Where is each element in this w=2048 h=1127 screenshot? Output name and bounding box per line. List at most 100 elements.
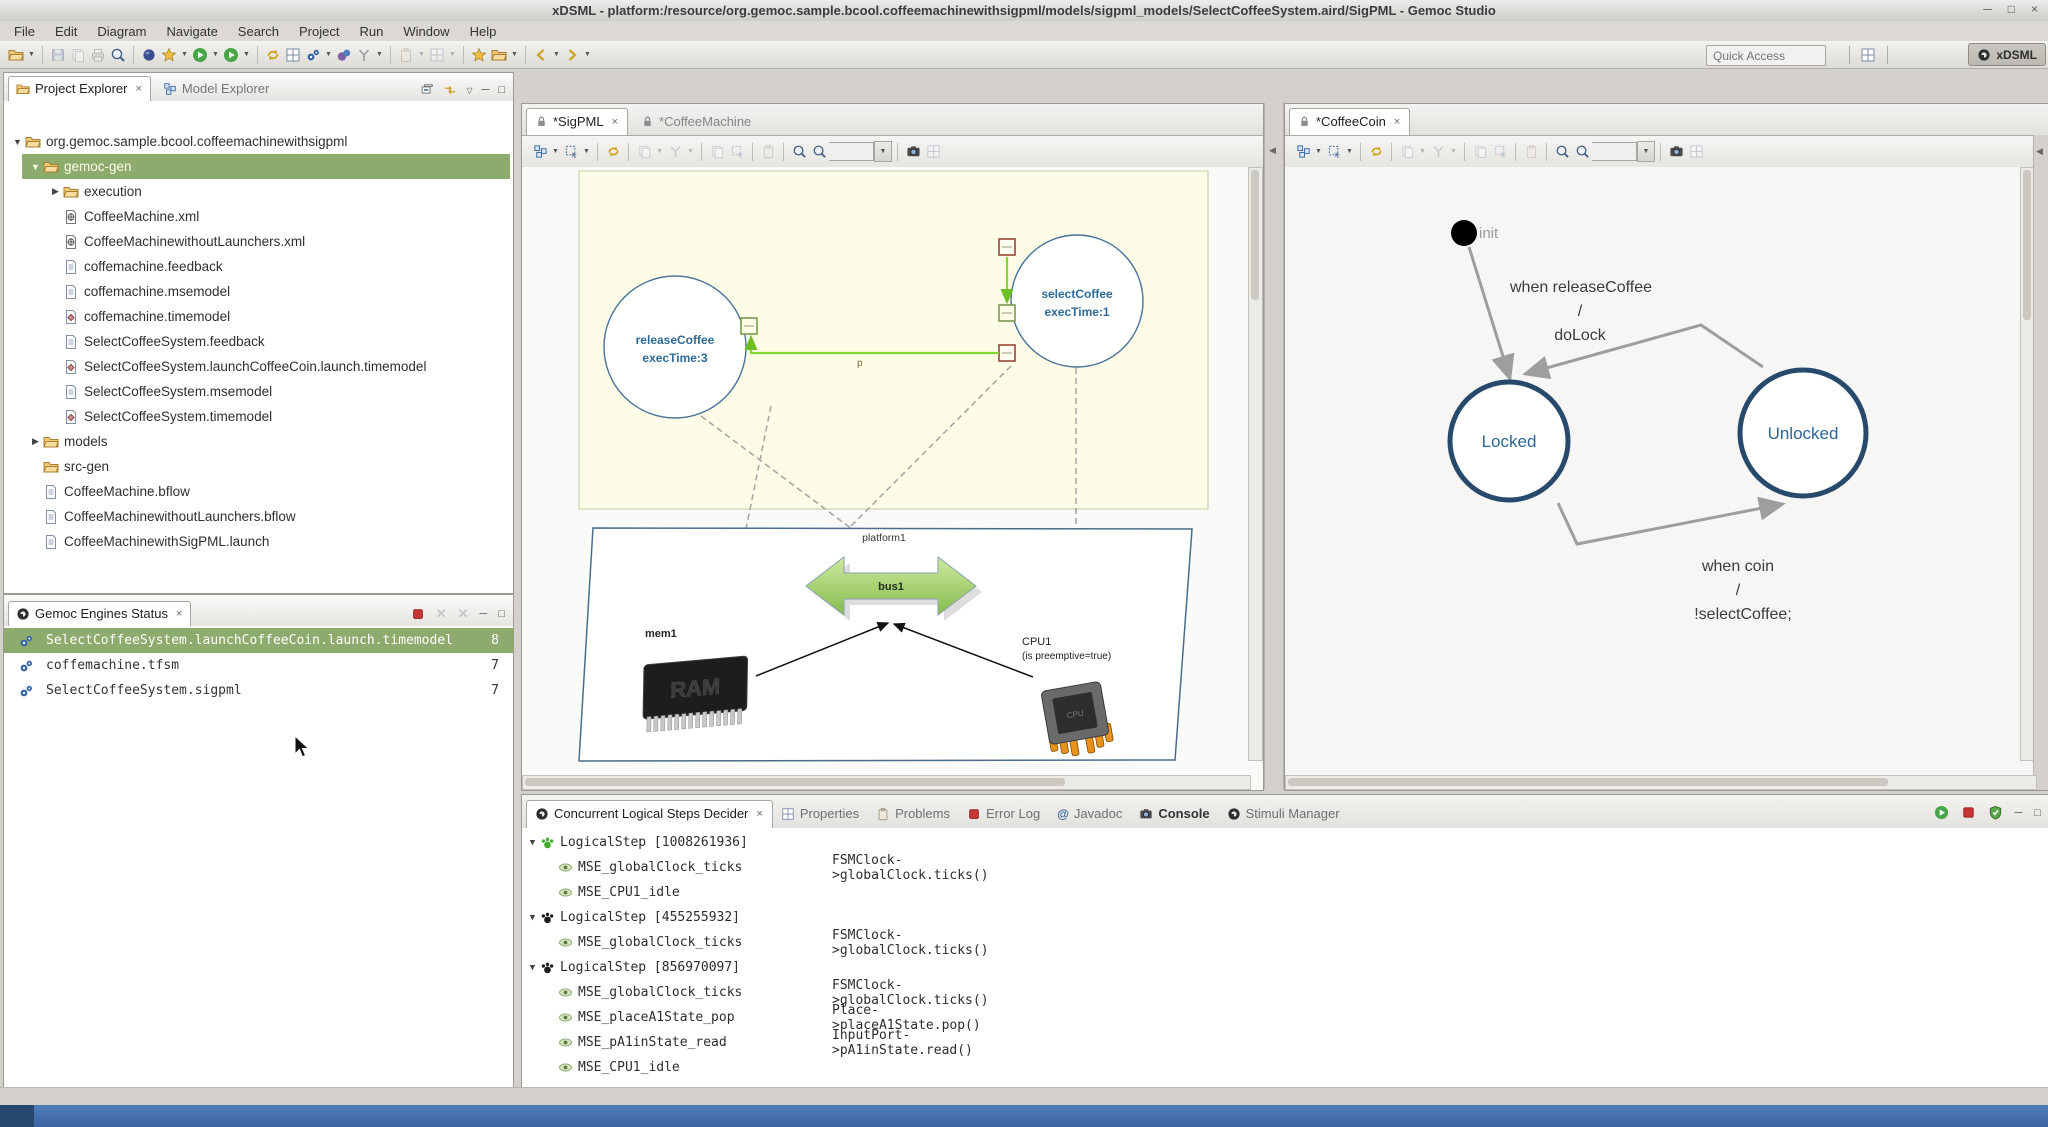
tab-problems[interactable]: Problems (868, 801, 959, 828)
tree-item-feedback[interactable]: coffemachine.feedback (4, 254, 510, 279)
tree-item-gemoc-gen[interactable]: ▼gemoc-gen (22, 154, 510, 179)
paste-layout-icon[interactable] (758, 142, 778, 162)
engine-row[interactable]: SelectCoffeeSystem.sigpml 7 (4, 678, 513, 703)
tab-javadoc[interactable]: @ Javadoc (1049, 801, 1131, 828)
menu-file[interactable]: File (4, 22, 45, 41)
open-perspective-icon[interactable] (1858, 45, 1878, 65)
perspective-xdsml-button[interactable]: xDSML (1968, 43, 2046, 66)
new-launch-icon[interactable] (283, 45, 303, 65)
menu-edit[interactable]: Edit (45, 22, 87, 41)
logical-step-row[interactable]: ▼ LogicalStep [1008261936] (525, 830, 748, 855)
menu-run[interactable]: Run (349, 22, 393, 41)
tree-item-cmwol-bflow[interactable]: CoffeeMachinewithoutLaunchers.bflow (4, 504, 510, 529)
horizontal-scrollbar[interactable] (522, 775, 1251, 790)
arrange-caret-icon[interactable]: ▼ (1313, 148, 1324, 155)
window-minimize-button[interactable]: ─ (1983, 2, 1992, 16)
maximize-view-icon[interactable]: □ (498, 608, 505, 620)
debug-run-icon[interactable] (221, 45, 241, 65)
editor-splitter[interactable]: ◀ (1264, 103, 1284, 789)
state-unlocked[interactable]: Unlocked (1740, 370, 1866, 496)
decider-shield-icon[interactable] (1988, 805, 2003, 820)
external-tools-caret-icon[interactable]: ▼ (179, 51, 190, 58)
forward-nav-icon[interactable] (562, 45, 582, 65)
os-menu-button[interactable] (0, 1105, 34, 1127)
tree-item-cm-bflow[interactable]: CoffeeMachine.bflow (4, 479, 510, 504)
debug-run-caret-icon[interactable]: ▼ (241, 51, 252, 58)
expander-icon[interactable]: ▼ (525, 838, 540, 848)
tab-gemoc-engines-status[interactable]: Gemoc Engines Status × (8, 601, 191, 626)
gear-star-icon[interactable] (303, 45, 323, 65)
window-close-button[interactable]: × (2031, 2, 2038, 16)
close-icon[interactable]: × (1394, 116, 1400, 128)
tab-project-explorer[interactable]: Project Explorer × (8, 76, 151, 101)
arrange-icon[interactable] (1293, 142, 1313, 162)
minimize-view-icon[interactable]: ─ (482, 84, 490, 96)
collapse-left-icon[interactable]: ◀ (2036, 146, 2043, 157)
debug-ball-icon[interactable] (139, 45, 159, 65)
zoom-combo-caret-icon[interactable]: ▼ (874, 141, 892, 162)
export-image-icon[interactable] (1470, 142, 1490, 162)
tab-properties[interactable]: Properties (773, 801, 868, 828)
zoom-level-combo[interactable] (829, 142, 874, 161)
mse-event-row[interactable]: MSE_globalClock_ticks FSMClock->globalCl… (558, 855, 742, 880)
tab-stimuli-manager[interactable]: Stimuli Manager (1219, 801, 1349, 828)
grid-tool-caret-icon[interactable]: ▼ (447, 51, 458, 58)
new-wizard-icon[interactable] (6, 45, 26, 65)
minimize-view-icon[interactable]: ─ (480, 608, 488, 620)
layers-icon[interactable] (1686, 142, 1706, 162)
mse-event-row[interactable]: MSE_placeA1State_pop Place->placeA1State… (558, 1005, 735, 1030)
dispose-engine-icon[interactable]: ✕ (436, 606, 447, 622)
window-maximize-button[interactable]: □ (2008, 2, 2015, 16)
menu-window[interactable]: Window (393, 22, 459, 41)
menu-project[interactable]: Project (289, 22, 349, 41)
maximize-view-icon[interactable]: □ (2034, 807, 2041, 819)
select-caret-icon[interactable]: ▼ (581, 148, 592, 155)
os-taskbar[interactable] (0, 1105, 2048, 1127)
quick-access-input[interactable] (1706, 45, 1826, 66)
run-icon[interactable] (190, 45, 210, 65)
tab-sigpml[interactable]: *SigPML × (526, 108, 628, 135)
tree-item-project[interactable]: ▼org.gemoc.sample.bcool.coffeemachinewit… (4, 129, 510, 154)
tree-item-coffeemachine-nolaunchers-xml[interactable]: CoffeeMachinewithoutLaunchers.xml (4, 229, 510, 254)
stop-engine-icon[interactable] (411, 607, 425, 621)
tree-item-msemodel[interactable]: coffemachine.msemodel (4, 279, 510, 304)
tab-model-explorer[interactable]: Model Explorer (155, 76, 278, 101)
vertical-scrollbar[interactable] (1248, 167, 1263, 761)
open-folder-caret-icon[interactable]: ▼ (509, 51, 520, 58)
tree-item-src-gen[interactable]: src-gen (4, 454, 510, 479)
tab-concurrent-logical-steps-decider[interactable]: Concurrent Logical Steps Decider × (526, 800, 773, 828)
zoom-combo-caret-icon[interactable]: ▼ (1637, 141, 1655, 162)
tab-coffeecoin[interactable]: *CoffeeCoin × (1289, 108, 1410, 135)
grid-tool-icon[interactable] (427, 45, 447, 65)
snapshot-icon[interactable] (1666, 142, 1686, 162)
tree-item-coffeemachine-xml[interactable]: CoffeeMachine.xml (4, 204, 510, 229)
tree-item-scs-feedback[interactable]: SelectCoffeeSystem.feedback (4, 329, 510, 354)
expander-icon[interactable]: ▶ (48, 186, 63, 197)
tree-item-scs-timemodel[interactable]: SelectCoffeeSystem.timemodel (4, 404, 510, 429)
layers-icon[interactable] (923, 142, 943, 162)
back-nav-caret-icon[interactable]: ▼ (551, 51, 562, 58)
snapshot-icon[interactable] (903, 142, 923, 162)
engine-row[interactable]: coffemachine.tfsm 7 (4, 653, 513, 678)
tree-item-timemodel[interactable]: coffemachine.timemodel (4, 304, 510, 329)
mse-event-row[interactable]: MSE_CPU1_idle (558, 1055, 680, 1080)
menu-help[interactable]: Help (460, 22, 507, 41)
open-folder-icon[interactable] (489, 45, 509, 65)
annotate-icon[interactable] (354, 45, 374, 65)
close-icon[interactable]: × (612, 116, 618, 128)
menu-navigate[interactable]: Navigate (156, 22, 227, 41)
paste-layout-icon[interactable] (1521, 142, 1541, 162)
expander-icon[interactable]: ▼ (525, 913, 540, 923)
zoom-in-icon[interactable] (1552, 142, 1572, 162)
tab-console[interactable]: Console (1131, 801, 1218, 828)
expander-icon[interactable]: ▼ (525, 963, 540, 973)
search-icon[interactable] (108, 45, 128, 65)
mse-event-row[interactable]: MSE_globalClock_ticks FSMClock->globalCl… (558, 930, 742, 955)
new-wizard-caret-icon[interactable]: ▼ (26, 51, 37, 58)
zoom-out-icon[interactable] (809, 142, 829, 162)
annotate-caret-icon[interactable]: ▼ (374, 51, 385, 58)
coffeecoin-canvas[interactable]: init Locked Unlocked when releaseCoffee … (1285, 167, 2035, 774)
mse-event-row[interactable]: MSE_pA1inState_read InputPort->pA1inStat… (558, 1030, 727, 1055)
link-with-editor-icon[interactable] (443, 83, 457, 97)
minimize-view-icon[interactable]: ─ (2015, 807, 2023, 819)
